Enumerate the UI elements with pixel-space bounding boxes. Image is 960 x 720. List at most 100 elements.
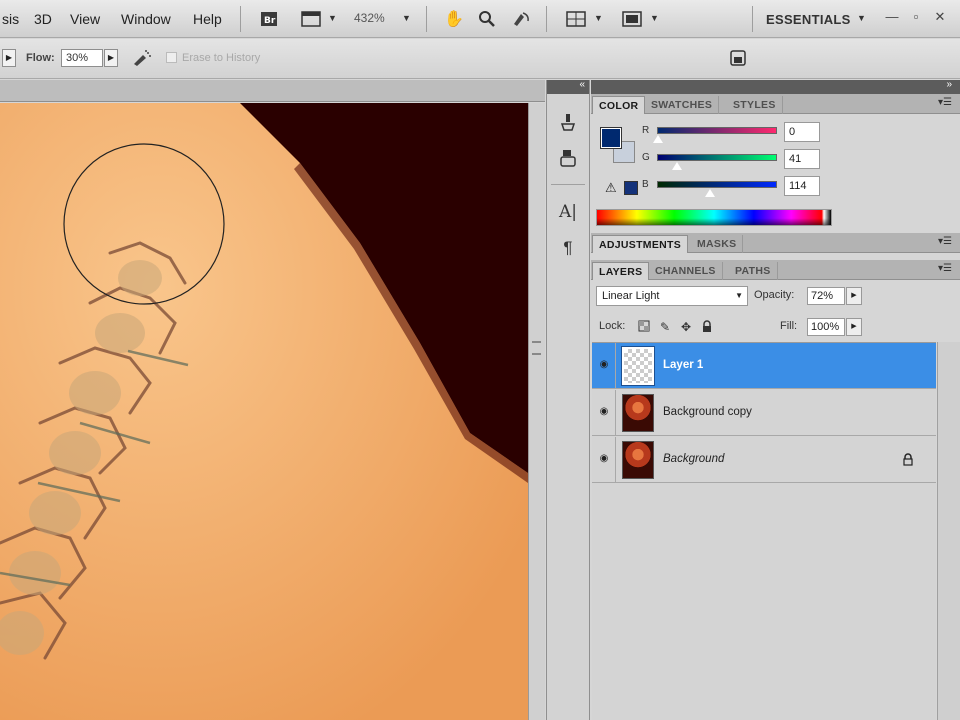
flow-label: Flow: (26, 52, 55, 64)
red-channel-label: R (642, 125, 650, 136)
dock-header[interactable]: » (591, 79, 960, 94)
panel-dock: » COLOR SWATCHES STYLES ▾☰ ⚠ R 0 G 41 B … (591, 79, 960, 720)
blue-slider[interactable] (657, 181, 777, 188)
eye-icon[interactable]: ◉ (597, 407, 611, 417)
foreground-color-swatch[interactable] (600, 127, 622, 149)
lock-transparent-icon[interactable] (637, 320, 651, 334)
chevron-down-icon[interactable]: ▼ (650, 13, 659, 23)
gamut-correction-swatch[interactable] (624, 181, 638, 195)
minimize-icon[interactable]: — (884, 9, 900, 25)
erase-to-history-label: Erase to History (182, 52, 261, 64)
tab-color[interactable]: COLOR (592, 96, 646, 114)
menu-3d[interactable]: 3D (34, 11, 52, 27)
red-value-field[interactable]: 0 (784, 122, 820, 142)
green-slider[interactable] (657, 154, 777, 161)
panel-menu-icon[interactable]: ▾☰ (938, 236, 952, 247)
menu-window[interactable]: Window (121, 11, 171, 27)
options-bar: ▶ Flow: 30% ▶ Erase to History (0, 39, 960, 79)
out-of-gamut-warning-icon[interactable]: ⚠ (605, 180, 617, 196)
menu-view[interactable]: View (70, 11, 100, 27)
layer-row[interactable]: ◉ Layer 1 (592, 343, 936, 389)
layer-thumbnail (622, 394, 654, 432)
fill-field[interactable]: 100% (807, 318, 845, 336)
scrollbar-grip[interactable] (532, 341, 541, 355)
tab-adjustments[interactable]: ADJUSTMENTS (592, 235, 689, 253)
chevron-down-icon[interactable]: ▼ (857, 13, 866, 23)
workspace-switcher[interactable]: ESSENTIALS (766, 12, 851, 27)
restore-icon[interactable]: ▫ (908, 9, 924, 25)
menu-analysis[interactable]: sis (2, 11, 19, 27)
svg-text:Br: Br (264, 16, 276, 26)
opacity-slider-arrow[interactable]: ▶ (846, 287, 862, 305)
blue-slider-thumb[interactable] (705, 189, 715, 197)
opacity-field[interactable]: 72% (807, 287, 845, 305)
panel-menu-icon[interactable]: ▾☰ (938, 263, 952, 274)
layer-thumbnail (621, 346, 655, 386)
expand-icon[interactable]: « (579, 79, 585, 90)
menu-separator (752, 6, 753, 32)
lock-position-icon[interactable]: ✥ (679, 320, 693, 334)
lock-image-icon[interactable]: ✎ (658, 320, 672, 334)
visibility-toggle[interactable]: ◉ (592, 343, 616, 389)
fill-slider-arrow[interactable]: ▶ (846, 318, 862, 336)
chevron-down-icon[interactable]: ▼ (594, 13, 603, 23)
screen-mode-icon[interactable] (621, 8, 643, 30)
character-icon[interactable]: A| (556, 200, 580, 224)
visibility-toggle[interactable]: ◉ (592, 390, 616, 436)
airbrush-icon[interactable] (131, 47, 153, 69)
layer-name[interactable]: Background copy (663, 406, 752, 418)
document-arrangement-icon[interactable] (300, 8, 322, 30)
tab-layers[interactable]: LAYERS (592, 262, 650, 280)
lock-label: Lock: (599, 320, 626, 332)
tablet-pressure-icon[interactable] (727, 47, 749, 69)
strip-separator (551, 184, 585, 185)
tab-channels[interactable]: CHANNELS (649, 262, 723, 280)
layer-name[interactable]: Background (663, 453, 724, 465)
chevron-down-icon: ▼ (735, 291, 743, 300)
adjustments-panel-tabs: ADJUSTMENTS MASKS ▾☰ (591, 233, 960, 253)
layer-row[interactable]: ◉ Background (592, 437, 936, 483)
tab-paths[interactable]: PATHS (729, 262, 778, 280)
collapse-icon[interactable]: » (946, 79, 952, 90)
color-spectrum-ramp[interactable] (596, 209, 832, 226)
clone-source-icon[interactable] (556, 148, 580, 172)
menu-bar: sis 3D View Window Help Br ▼ 432% ▼ ✋ ▼ … (0, 0, 960, 38)
panel-menu-icon[interactable]: ▾☰ (938, 97, 952, 108)
close-icon[interactable]: ✕ (932, 9, 948, 25)
layers-scrollbar[interactable] (937, 342, 960, 720)
red-slider-thumb[interactable] (653, 135, 663, 143)
green-slider-thumb[interactable] (672, 162, 682, 170)
paragraph-icon[interactable]: ¶ (556, 236, 580, 260)
red-slider[interactable] (657, 127, 777, 134)
canvas-scrollbar[interactable] (528, 103, 545, 720)
menu-help[interactable]: Help (193, 11, 222, 27)
tab-styles[interactable]: STYLES (727, 96, 783, 114)
canvas-image (0, 103, 528, 720)
erase-to-history-checkbox[interactable] (166, 52, 177, 63)
arrange-documents-icon[interactable] (565, 8, 587, 30)
flow-field[interactable]: 30% (61, 49, 103, 67)
blue-value-field[interactable]: 114 (784, 176, 820, 196)
tab-swatches[interactable]: SWATCHES (645, 96, 720, 114)
visibility-toggle[interactable]: ◉ (592, 437, 616, 483)
brush-presets-icon[interactable] (556, 112, 580, 136)
layer-name[interactable]: Layer 1 (663, 359, 703, 371)
chevron-down-icon[interactable]: ▼ (328, 13, 337, 23)
hand-tool-icon[interactable]: ✋ (443, 8, 465, 30)
tab-masks[interactable]: MASKS (691, 235, 744, 253)
eye-icon[interactable]: ◉ (597, 360, 611, 370)
strip-header[interactable]: « (547, 79, 589, 94)
zoom-level[interactable]: 432% (354, 11, 385, 25)
chevron-down-icon[interactable]: ▼ (402, 13, 411, 23)
rotate-view-icon[interactable] (510, 8, 532, 30)
document-canvas[interactable] (0, 103, 528, 720)
opacity-slider-arrow[interactable]: ▶ (2, 49, 16, 67)
green-value-field[interactable]: 41 (784, 149, 820, 169)
lock-all-icon[interactable] (700, 320, 714, 334)
eye-icon[interactable]: ◉ (597, 454, 611, 464)
bridge-icon[interactable]: Br (258, 8, 280, 30)
zoom-tool-icon[interactable] (476, 8, 498, 30)
layer-row[interactable]: ◉ Background copy (592, 390, 936, 436)
flow-slider-arrow[interactable]: ▶ (104, 49, 118, 67)
blend-mode-select[interactable]: Linear Light ▼ (596, 286, 748, 306)
